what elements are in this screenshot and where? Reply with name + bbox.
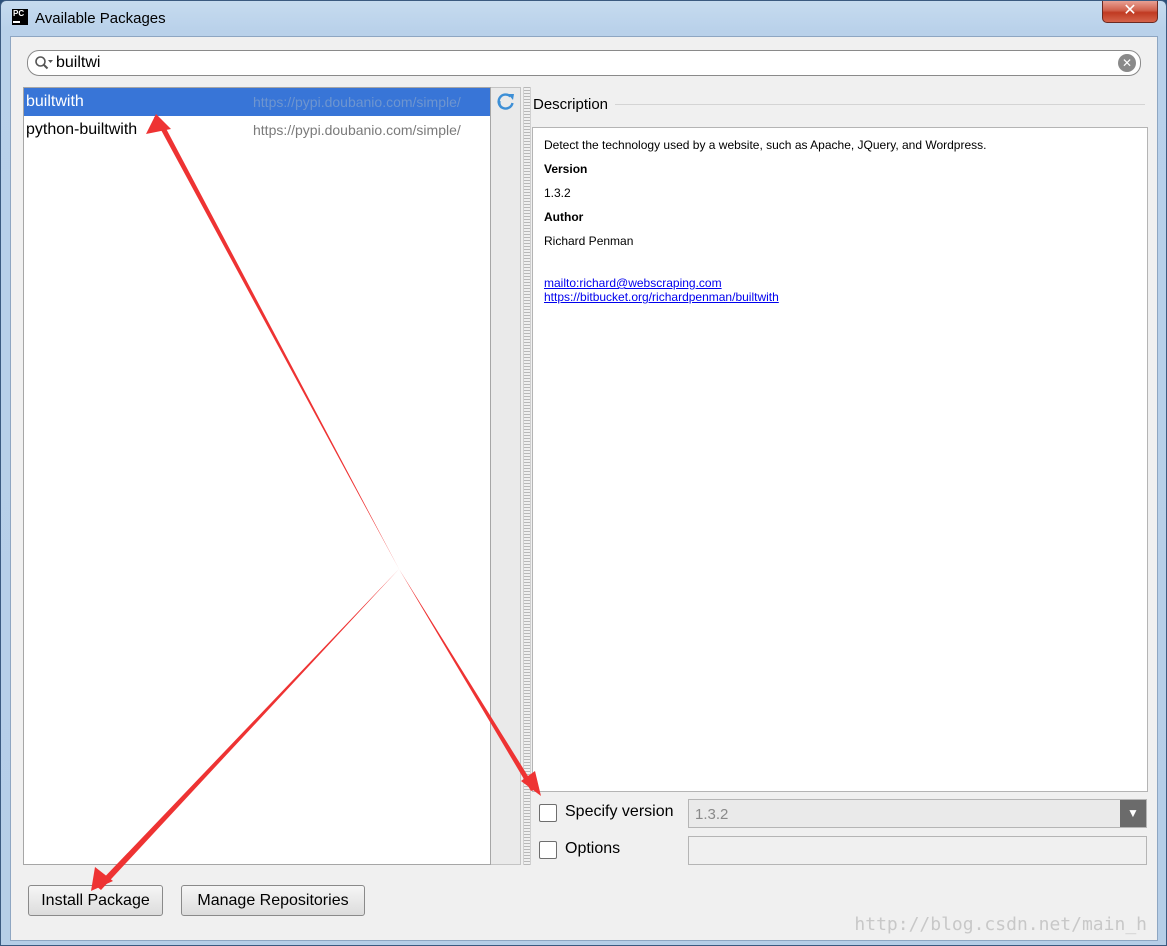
author-email-link[interactable]: mailto:richard@webscraping.com bbox=[544, 276, 1136, 290]
package-name: python-builtwith bbox=[26, 121, 138, 138]
refresh-icon[interactable] bbox=[495, 91, 517, 113]
close-button[interactable]: ✕ bbox=[1102, 1, 1158, 23]
options-label[interactable]: Options bbox=[565, 840, 620, 858]
specify-version-label[interactable]: Specify version bbox=[565, 803, 674, 821]
dialog-window: PC Available Packages ✕ ✕ builtwith http… bbox=[0, 0, 1167, 946]
version-select-value: 1.3.2 bbox=[695, 806, 729, 823]
install-package-button[interactable]: Install Package bbox=[28, 885, 163, 916]
homepage-link[interactable]: https://bitbucket.org/richardpenman/buil… bbox=[544, 290, 1136, 304]
version-label: Version bbox=[544, 162, 588, 176]
package-name: builtwith bbox=[26, 93, 84, 110]
search-field[interactable]: ✕ bbox=[27, 50, 1141, 76]
search-input[interactable] bbox=[56, 53, 1106, 73]
clear-search-icon[interactable]: ✕ bbox=[1118, 54, 1136, 72]
package-summary: Detect the technology used by a website,… bbox=[544, 138, 987, 152]
title-bar: PC Available Packages ✕ bbox=[1, 1, 1166, 35]
options-input[interactable] bbox=[688, 836, 1147, 865]
window-title: Available Packages bbox=[35, 10, 166, 27]
package-list[interactable]: builtwith https://pypi.doubanio.com/simp… bbox=[23, 87, 491, 865]
panel-splitter[interactable] bbox=[523, 87, 531, 865]
list-toolbar bbox=[491, 87, 521, 865]
package-repository-url: https://pypi.doubanio.com/simple/ bbox=[253, 122, 461, 138]
description-heading: Description bbox=[533, 96, 609, 113]
version-select[interactable]: 1.3.2 ▼ bbox=[688, 799, 1147, 828]
watermark: http://blog.csdn.net/main_h bbox=[854, 914, 1147, 935]
author-value: Richard Penman bbox=[544, 234, 634, 248]
options-checkbox[interactable] bbox=[539, 841, 557, 859]
author-label: Author bbox=[544, 210, 584, 224]
specify-version-checkbox[interactable] bbox=[539, 804, 557, 822]
dialog-content: ✕ builtwith https://pypi.doubanio.com/si… bbox=[10, 36, 1158, 941]
close-icon: ✕ bbox=[1123, 2, 1137, 19]
package-row-python-builtwith[interactable]: python-builtwith https://pypi.doubanio.c… bbox=[24, 116, 490, 144]
package-row-builtwith[interactable]: builtwith https://pypi.doubanio.com/simp… bbox=[24, 88, 490, 116]
package-repository-url: https://pypi.doubanio.com/simple/ bbox=[253, 94, 461, 110]
search-icon[interactable] bbox=[34, 55, 54, 71]
pycharm-app-icon: PC bbox=[12, 9, 28, 25]
description-panel: Detect the technology used by a website,… bbox=[532, 127, 1148, 792]
version-value: 1.3.2 bbox=[544, 186, 571, 200]
manage-repositories-button[interactable]: Manage Repositories bbox=[181, 885, 365, 916]
dropdown-arrow-icon[interactable]: ▼ bbox=[1120, 800, 1146, 827]
description-divider bbox=[615, 104, 1145, 105]
